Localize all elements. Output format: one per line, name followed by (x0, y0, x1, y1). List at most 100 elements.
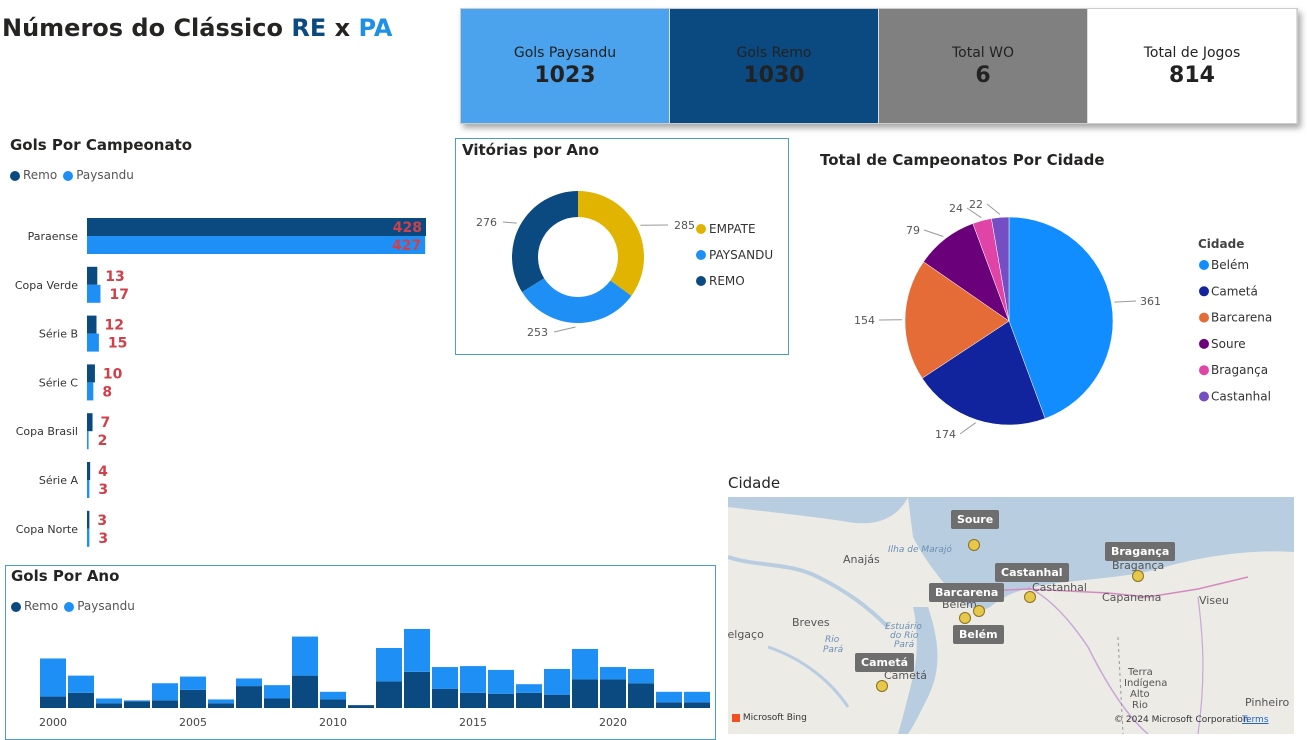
bar-remo (488, 693, 514, 708)
bar-paysandu (180, 676, 206, 690)
map-copyright: © 2024 Microsoft Corporation (1114, 715, 1249, 725)
bar-remo (656, 702, 682, 708)
map-place-alto: Alto (1130, 689, 1150, 700)
bar-remo (40, 696, 66, 708)
legend-paysandu[interactable]: Paysandu (63, 168, 134, 182)
leader-line (923, 229, 944, 237)
map-label-soure[interactable]: Soure (951, 510, 1000, 529)
gols-campeonato-chart: Paraense428427Copa Verde1317Série B1215S… (15, 218, 426, 547)
legend-paysandu[interactable]: Paysandu (64, 599, 135, 613)
kpi-value: 1030 (743, 62, 805, 88)
bar-paysandu (87, 528, 90, 547)
bar-remo (292, 675, 318, 708)
bar-paysandu (656, 691, 682, 703)
data-label: 2 (98, 433, 108, 449)
legend-label: PAYSANDU (709, 248, 773, 262)
gols-ano-legend: Remo Paysandu (11, 599, 135, 613)
bar-paysandu (87, 480, 90, 498)
legend-paysandu-label: Paysandu (77, 599, 135, 613)
category-label: Copa Verde (15, 279, 78, 292)
kpi-label: Total de Jogos (1143, 44, 1241, 61)
legend-label: Barcarena (1211, 311, 1272, 325)
bar-remo (87, 462, 91, 480)
map-pin-belem[interactable] (959, 612, 971, 624)
cidade-map[interactable]: Anajás Ilha de Marajó Breves Melgaço Est… (728, 497, 1294, 734)
map-pin-soure[interactable] (968, 539, 980, 551)
map-label-belem[interactable]: Belém (953, 625, 1004, 644)
bar-remo (600, 679, 626, 708)
map-place-breves: Breves (792, 616, 830, 629)
legend-remo-label: Remo (24, 599, 59, 613)
legend-dot-icon (1199, 391, 1209, 402)
vitorias-chart: 285 253 276 EMPATE PAYSANDU REMO (476, 191, 773, 339)
bar-paysandu (376, 648, 402, 682)
bar-paysandu (87, 284, 101, 303)
map-water-marajo: Ilha de Marajó (888, 545, 952, 555)
legend-dot-icon (1199, 365, 1209, 376)
legend-label: Soure (1211, 337, 1246, 351)
data-label: 10 (103, 366, 123, 382)
map-place-terra: Terra (1128, 667, 1153, 678)
map-pin-barcarena[interactable] (973, 605, 985, 617)
data-label: 8 (102, 384, 112, 400)
bar-paysandu (460, 666, 486, 693)
legend-remo-label: Remo (23, 168, 58, 182)
pie-value-label: 174 (935, 428, 956, 441)
bar-paysandu (628, 668, 654, 684)
legend-label: Bragança (1211, 363, 1268, 377)
kpi-total-wo[interactable]: Total WO 6 (879, 9, 1088, 123)
campeonatos-cidade-title: Total de Campeonatos Por Cidade (820, 151, 1105, 169)
map-pin-castanhal[interactable] (1024, 591, 1036, 603)
remo-dot-icon (10, 170, 20, 181)
bar-paysandu (404, 628, 430, 672)
gols-campeonato-legend: Remo Paysandu (10, 168, 134, 182)
map-label-braganca[interactable]: Bragança (1105, 542, 1176, 561)
data-label: 15 (108, 336, 127, 352)
legend-dot-icon (1199, 286, 1209, 297)
map-pin-braganca[interactable] (1132, 570, 1144, 582)
kpi-value: 814 (1169, 62, 1215, 88)
paysandu-dot-icon (64, 601, 75, 612)
map-terms-link[interactable]: Terms (1242, 715, 1269, 725)
bar-remo (124, 701, 150, 708)
kpi-total-jogos[interactable]: Total de Jogos 814 (1088, 9, 1297, 123)
map-place-castanhal: Castanhal (1032, 581, 1087, 594)
bar-remo (684, 702, 710, 708)
bar-paysandu (488, 669, 514, 694)
bar-paysandu (236, 678, 262, 687)
map-label-cameta[interactable]: Cametá (855, 653, 915, 672)
pie-value-label: 79 (906, 224, 920, 237)
leader-line (959, 422, 976, 435)
bar-remo (376, 681, 402, 708)
kpi-gols-remo[interactable]: Gols Remo 1030 (670, 9, 879, 123)
x-tick-label: 2020 (599, 716, 627, 729)
kpi-strip: Gols Paysandu 1023 Gols Remo 1030 Total … (460, 8, 1298, 124)
pie-value-label: 22 (969, 198, 983, 211)
data-label: 7 (101, 415, 111, 431)
campeonatos-cidade-chart: 361 174 154 79 24 22 Cidade Belém Cametá Barcaren… (854, 198, 1272, 441)
bar-remo (264, 698, 290, 708)
bar-paysandu (87, 382, 94, 401)
legend-remo[interactable]: Remo (10, 168, 57, 182)
category-label: Paraense (28, 230, 79, 243)
map-place-indigena: Indígena (1124, 678, 1168, 689)
data-label: 12 (105, 318, 124, 334)
bar-paysandu (600, 667, 626, 680)
map-label-barcarena[interactable]: Barcarena (929, 583, 1005, 602)
bar-remo (87, 364, 95, 383)
bar-remo (68, 692, 94, 708)
legend-remo[interactable]: Remo (11, 599, 58, 613)
bar-remo (432, 688, 458, 708)
leader-line (502, 221, 517, 224)
legend-label: REMO (709, 274, 745, 288)
legend-dot-icon (1199, 312, 1209, 323)
category-label: Copa Norte (16, 523, 78, 536)
map-label-castanhal[interactable]: Castanhal (995, 563, 1069, 582)
legend-dot-icon (696, 276, 706, 286)
bar-paysandu (432, 667, 458, 689)
map-place-melgaco: Melgaço (728, 628, 764, 641)
map-pin-cameta[interactable] (876, 680, 888, 692)
bar-remo (96, 703, 122, 708)
donut-slice-remo (512, 191, 578, 293)
kpi-gols-paysandu[interactable]: Gols Paysandu 1023 (461, 9, 670, 123)
